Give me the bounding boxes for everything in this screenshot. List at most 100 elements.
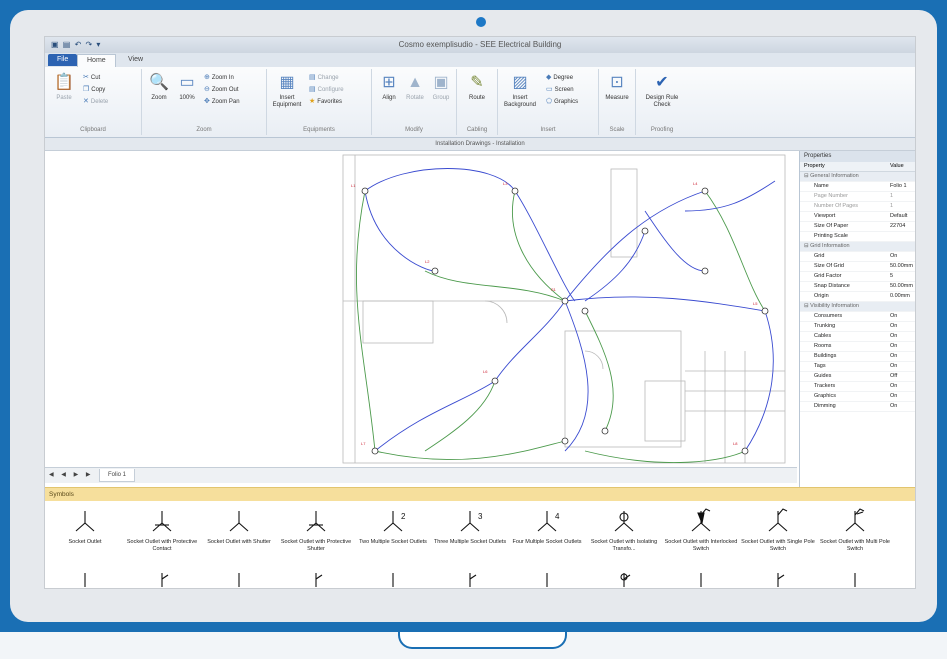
property-row[interactable]: Trunking On xyxy=(800,322,915,332)
property-value[interactable]: On xyxy=(890,342,915,351)
sheet-tab-folio-1[interactable]: Folio 1 xyxy=(99,469,136,482)
property-row[interactable]: Trackers On xyxy=(800,382,915,392)
drawing-canvas[interactable]: L1 L2 L3 S1 L4 L5 L6 L7 L8 xyxy=(45,151,797,467)
tab-home[interactable]: Home xyxy=(77,54,116,67)
socket-three-icon: 3 xyxy=(460,511,483,532)
property-category[interactable]: ⊟ General Information xyxy=(800,172,915,182)
property-row[interactable]: Guides Off xyxy=(800,372,915,382)
symbol-item[interactable]: Socket Outlet with Isolating Transfo... xyxy=(586,507,662,553)
property-value[interactable]: 5 xyxy=(890,272,915,281)
property-value[interactable]: Off xyxy=(890,372,915,381)
property-row[interactable]: Cables On xyxy=(800,332,915,342)
symbol-item[interactable]: 2 Two Multiple Socket Outlets xyxy=(355,507,431,546)
property-row[interactable]: Name Folio 1 xyxy=(800,182,915,192)
svg-text:L2: L2 xyxy=(425,259,430,264)
symbol-item-partial[interactable] xyxy=(47,569,123,588)
symbol-item-partial[interactable] xyxy=(124,569,200,588)
symbol-item[interactable]: Socket Outlet with Protective Contact xyxy=(124,507,200,553)
change-button[interactable]: ▤ Change xyxy=(309,73,339,83)
property-row[interactable]: Number Of Pages 1 xyxy=(800,202,915,212)
symbol-item-partial[interactable] xyxy=(432,569,508,588)
socket-multi-pole-icon xyxy=(845,508,865,532)
group-button[interactable]: ▣ Group xyxy=(424,73,458,102)
tab-file[interactable]: File xyxy=(48,54,78,66)
property-value[interactable]: On xyxy=(890,352,915,361)
degree-button[interactable]: ◆ Degree xyxy=(546,73,573,83)
symbol-item[interactable]: Socket Outlet with Single Pole Switch xyxy=(740,507,816,553)
property-row[interactable]: Grid Factor 5 xyxy=(800,272,915,282)
zoom-100-button[interactable]: ▭ 100% xyxy=(170,73,204,102)
property-row[interactable]: Viewport Default xyxy=(800,212,915,222)
property-value[interactable]: Folio 1 xyxy=(890,182,915,191)
property-row[interactable]: Graphics On xyxy=(800,392,915,402)
property-value[interactable]: 50.00mm xyxy=(890,262,915,271)
property-row[interactable]: Grid On xyxy=(800,252,915,262)
symbol-item-partial[interactable] xyxy=(740,569,816,588)
measure-button[interactable]: ⊡ Measure xyxy=(600,73,634,102)
symbol-item[interactable]: 4 Four Multiple Socket Outlets xyxy=(509,507,585,546)
favorites-button[interactable]: ★ Favorites xyxy=(309,97,342,107)
route-button[interactable]: ✎ Route xyxy=(460,73,494,102)
property-value[interactable]: On xyxy=(890,402,915,411)
property-value[interactable]: On xyxy=(890,382,915,391)
property-row[interactable]: Dimming On xyxy=(800,402,915,412)
property-row[interactable]: Tags On xyxy=(800,362,915,372)
property-value[interactable]: On xyxy=(890,252,915,261)
symbol-partial-icon xyxy=(854,573,856,587)
delete-button[interactable]: ✕ Delete xyxy=(83,97,108,107)
property-value[interactable]: On xyxy=(890,362,915,371)
sheet-nav-arrows[interactable]: ◀ ◀ ▶ ▶ xyxy=(49,471,93,478)
tab-view[interactable]: View xyxy=(119,54,152,66)
property-value[interactable]: 22704 xyxy=(890,222,915,231)
symbol-item[interactable]: Socket Outlet with Multi Pole Switch xyxy=(817,507,893,553)
paste-button[interactable]: 📋 Paste xyxy=(47,73,81,102)
property-value[interactable]: 0.00mm xyxy=(890,292,915,301)
configure-button[interactable]: ▤ Configure xyxy=(309,85,344,95)
property-row[interactable]: Buildings On xyxy=(800,352,915,362)
property-row[interactable]: Size Of Paper 22704 xyxy=(800,222,915,232)
symbol-item[interactable]: Socket Outlet with Interlocked Switch xyxy=(663,507,739,553)
property-category[interactable]: ⊟ Grid Information xyxy=(800,242,915,252)
symbol-item[interactable]: Socket Outlet with Shutter xyxy=(201,507,277,546)
design-rule-check-button[interactable]: ✔ Design Rule Check xyxy=(642,73,682,109)
property-value[interactable]: 1 xyxy=(890,202,915,211)
property-value[interactable]: On xyxy=(890,332,915,341)
properties-panel: Properties Property Value ⊟ General Info… xyxy=(799,151,915,487)
property-value[interactable]: On xyxy=(890,392,915,401)
screen-button[interactable]: ▭ Screen xyxy=(546,85,574,95)
insert-equipment-button[interactable]: ▦ Insert Equipment xyxy=(267,73,307,109)
symbol-item[interactable]: Socket Outlet xyxy=(47,507,123,546)
zoom-pan-button[interactable]: ✥ Zoom Pan xyxy=(204,97,240,107)
property-category[interactable]: ⊟ Visibility Information xyxy=(800,302,915,312)
property-value[interactable]: On xyxy=(890,312,915,321)
zoom-in-button[interactable]: ⊕ Zoom In xyxy=(204,73,234,83)
property-row[interactable]: Rooms On xyxy=(800,342,915,352)
copy-button[interactable]: ❐ Copy xyxy=(83,85,105,95)
zoom-out-button[interactable]: ⊖ Zoom Out xyxy=(204,85,239,95)
property-value[interactable]: 50.00mm xyxy=(890,282,915,291)
property-value[interactable]: On xyxy=(890,322,915,331)
property-row[interactable]: Size Of Grid 50.00mm xyxy=(800,262,915,272)
insert-background-button[interactable]: ▨ Insert Background xyxy=(498,73,542,109)
symbol-item-partial[interactable] xyxy=(278,569,354,588)
symbol-item-partial[interactable] xyxy=(663,569,739,588)
symbol-item-partial[interactable] xyxy=(586,569,662,588)
property-row[interactable]: Printing Scale xyxy=(800,232,915,242)
property-key: ⊟ Grid Information xyxy=(804,243,850,249)
document-tab[interactable]: Installation Drawings - Installation xyxy=(45,138,915,151)
symbol-item[interactable]: 3 Three Multiple Socket Outlets xyxy=(432,507,508,546)
property-value[interactable]: Default xyxy=(890,212,915,221)
property-row[interactable]: Consumers On xyxy=(800,312,915,322)
property-row[interactable]: Origin 0.00mm xyxy=(800,292,915,302)
symbol-item[interactable]: Socket Outlet with Protective Shutter xyxy=(278,507,354,553)
group-zoom: 🔍 Zoom ▭ 100% ⊕ Zoom In ⊖ Zoom Out ✥ Zoom Pan… xyxy=(142,69,267,135)
symbol-item-partial[interactable] xyxy=(817,569,893,588)
graphics-button[interactable]: ⬠ Graphics xyxy=(546,97,578,107)
property-value[interactable]: 1 xyxy=(890,192,915,201)
symbol-item-partial[interactable] xyxy=(509,569,585,588)
property-row[interactable]: Page Number 1 xyxy=(800,192,915,202)
symbol-item-partial[interactable] xyxy=(201,569,277,588)
property-row[interactable]: Snap Distance 50.00mm xyxy=(800,282,915,292)
symbol-item-partial[interactable] xyxy=(355,569,431,588)
cut-button[interactable]: ✂ Cut xyxy=(83,73,100,83)
